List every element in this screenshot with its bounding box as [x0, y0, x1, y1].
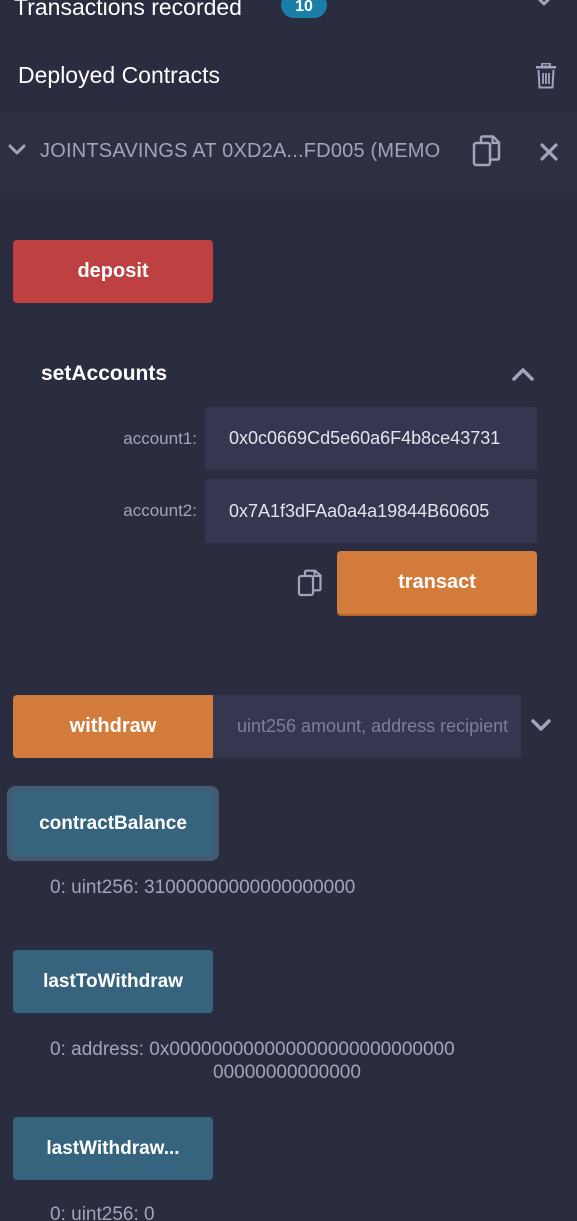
- last-to-withdraw-result-line1: 0: address: 0x00000000000000000000000000…: [50, 1039, 455, 1060]
- withdraw-args-input[interactable]: uint256 amount, address recipient: [213, 695, 521, 758]
- transactions-recorded-label: Transactions recorded: [14, 0, 242, 20]
- chevron-up-icon[interactable]: [511, 366, 535, 382]
- transact-button[interactable]: transact: [337, 551, 537, 614]
- copy-icon[interactable]: [472, 135, 502, 167]
- last-to-withdraw-result-line2: 00000000000000: [213, 1062, 361, 1083]
- last-to-withdraw-button[interactable]: lastToWithdraw: [13, 950, 213, 1013]
- account2-input[interactable]: 0x7A1f3dFAa0a4a19844B60605: [205, 479, 537, 543]
- transactions-count-badge: 10: [281, 0, 327, 18]
- last-to-withdraw-result: 0: address: 0x00000000000000000000000000…: [50, 1038, 540, 1084]
- contract-balance-focus-ring: contractBalance: [7, 786, 219, 861]
- withdraw-button[interactable]: withdraw: [13, 695, 213, 758]
- account1-label: account1:: [123, 429, 197, 448]
- last-withdraw-amount-button[interactable]: lastWithdraw...: [13, 1117, 213, 1180]
- chevron-down-icon[interactable]: [534, 0, 554, 12]
- account1-input[interactable]: 0x0c0669Cd5e60a6F4b8ce43731: [205, 407, 537, 470]
- account2-label: account2:: [123, 501, 197, 520]
- deposit-button[interactable]: deposit: [13, 240, 213, 303]
- close-icon[interactable]: [540, 143, 558, 161]
- chevron-down-icon[interactable]: [8, 143, 26, 157]
- deployed-contracts-label: Deployed Contracts: [18, 62, 220, 88]
- chevron-down-icon[interactable]: [530, 717, 552, 733]
- contract-balance-result: 0: uint256: 31000000000000000000: [50, 877, 356, 898]
- trash-icon[interactable]: [535, 63, 557, 89]
- contract-balance-button[interactable]: contractBalance: [12, 791, 214, 856]
- contract-instance-title[interactable]: JOINTSAVINGS AT 0XD2A...FD005 (MEMORY): [40, 140, 440, 163]
- set-accounts-title: setAccounts: [41, 362, 168, 385]
- last-withdraw-amount-result: 0: uint256: 0: [50, 1204, 155, 1221]
- copy-icon[interactable]: [297, 569, 323, 597]
